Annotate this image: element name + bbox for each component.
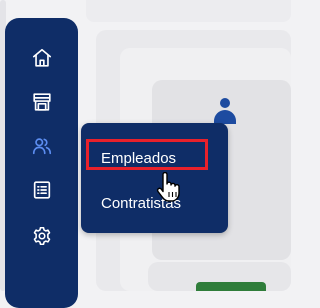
sidebar-item-home[interactable]: [5, 40, 78, 76]
gear-icon: [33, 226, 50, 246]
highlight-box: [86, 139, 208, 170]
sidebar-item-store[interactable]: [5, 84, 78, 120]
sidebar: [5, 18, 78, 308]
background-green-element: [196, 282, 266, 291]
store-icon: [32, 93, 51, 111]
list-icon: [33, 181, 50, 199]
hand-pointer-icon: [156, 172, 180, 202]
background-card: [86, 0, 291, 22]
sidebar-item-people[interactable]: [5, 128, 78, 164]
home-icon: [32, 48, 51, 67]
sidebar-item-settings[interactable]: [5, 218, 78, 254]
person-icon-head: [220, 98, 230, 108]
people-icon: [32, 138, 51, 155]
sidebar-item-list[interactable]: [5, 172, 78, 208]
